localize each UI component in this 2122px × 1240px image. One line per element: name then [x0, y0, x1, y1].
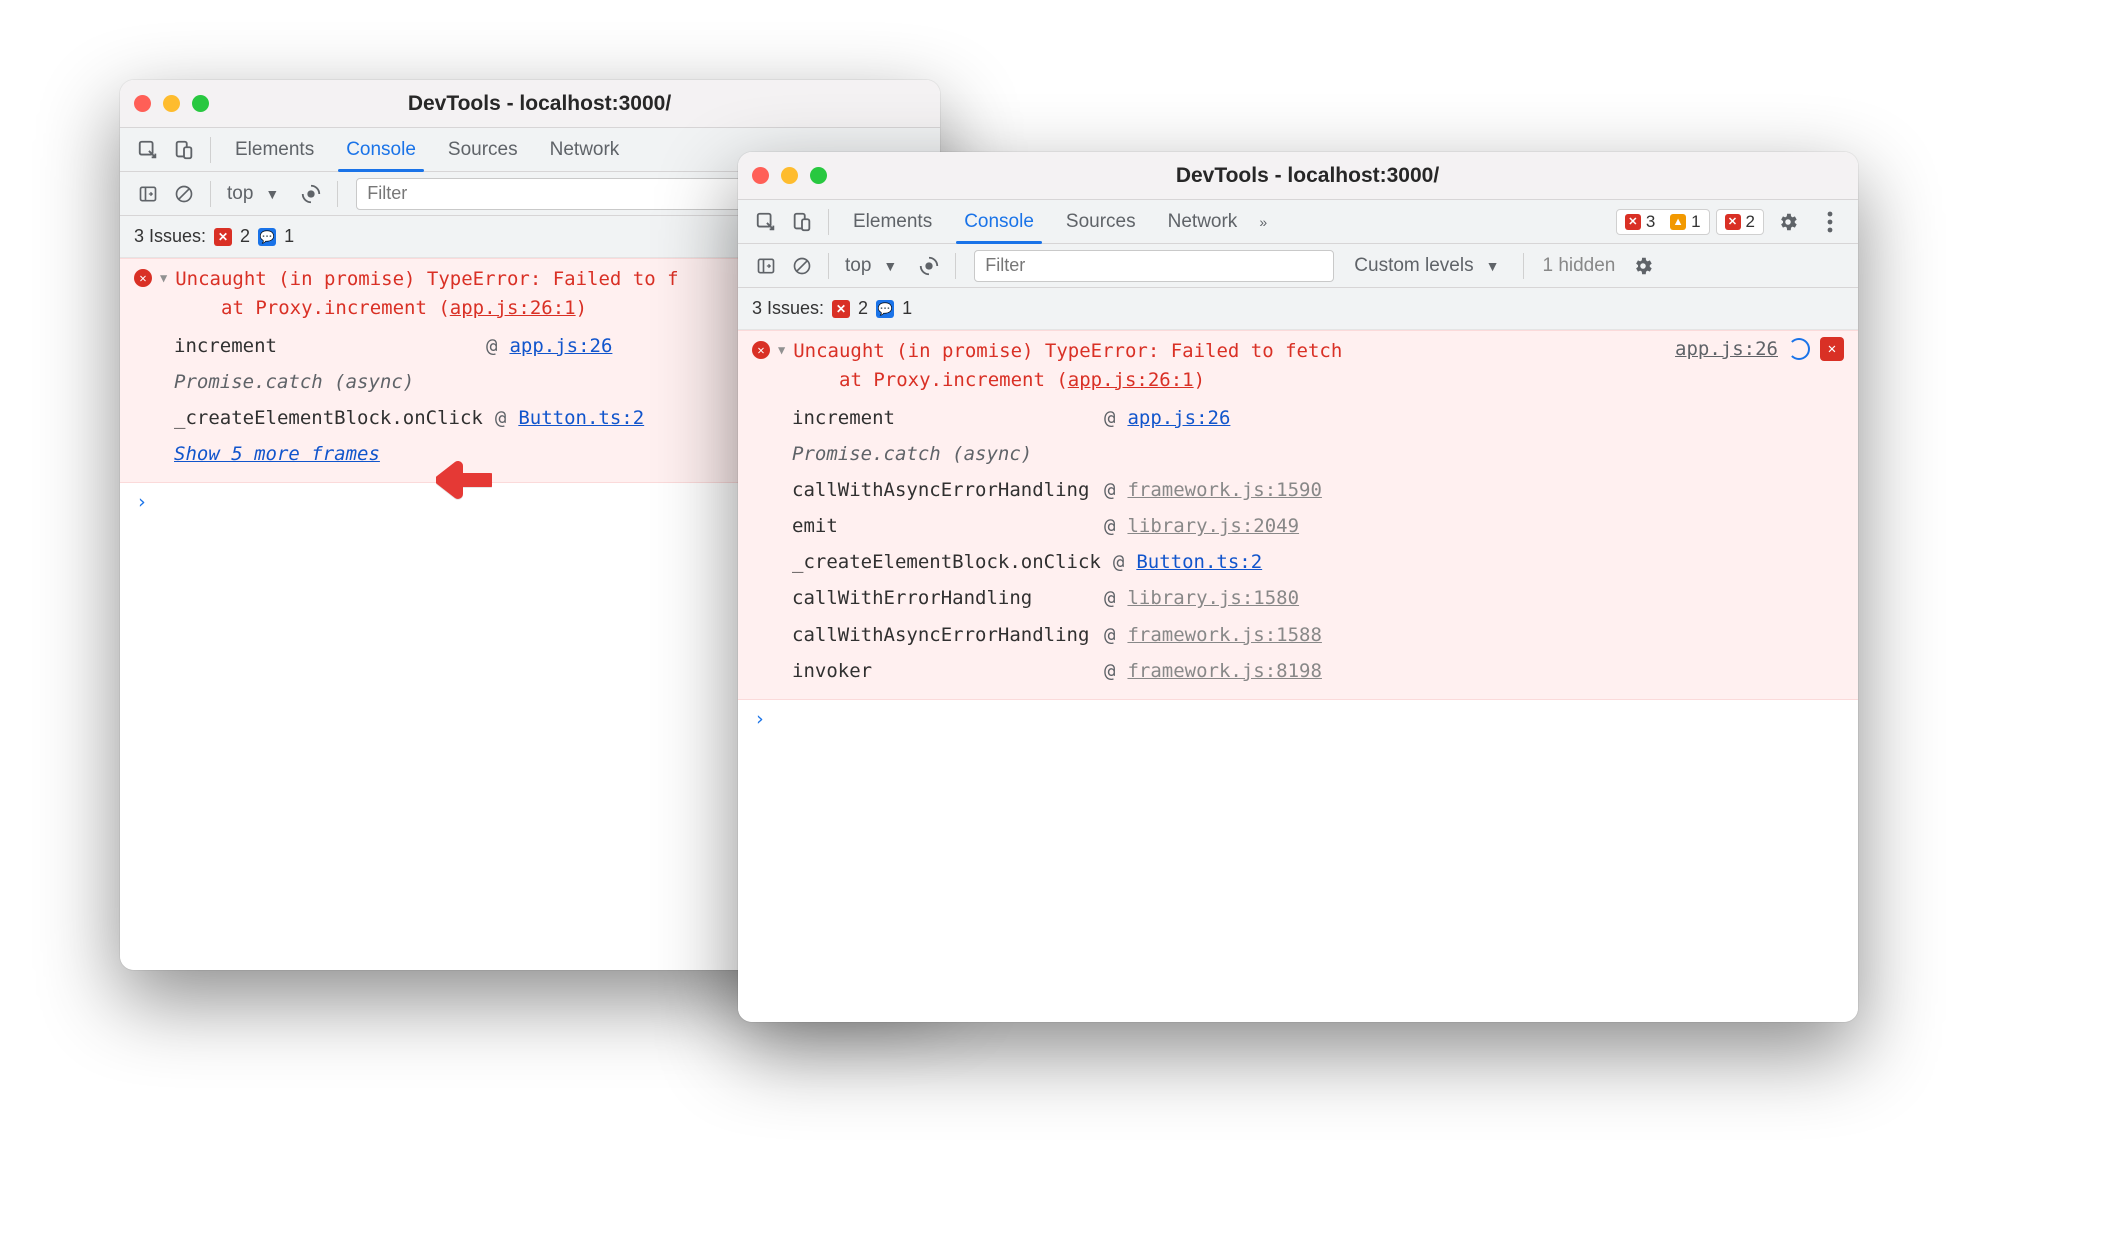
error-count-icon: ✕	[832, 300, 850, 318]
tab-sources[interactable]: Sources	[1050, 200, 1152, 244]
stack-fn: invoker	[792, 653, 1092, 689]
chevron-down-icon: ▼	[883, 258, 897, 274]
stack-fn: callWithAsyncErrorHandling	[792, 472, 1092, 508]
status-messages[interactable]: ✕2	[1716, 209, 1764, 235]
live-expression-icon[interactable]	[296, 179, 326, 209]
stack-location-link[interactable]: framework.js:1588	[1127, 617, 1321, 653]
device-toggle-icon[interactable]	[787, 207, 817, 237]
stack-trace: increment@ app.js:26 Promise.catch (asyn…	[792, 400, 1844, 689]
issues-bar[interactable]: 3 Issues: ✕ 2 💬 1	[738, 288, 1858, 330]
window-title: DevTools - localhost:3000/	[771, 164, 1844, 188]
tab-network[interactable]: Network	[1152, 200, 1254, 244]
titlebar[interactable]: DevTools - localhost:3000/	[120, 80, 940, 128]
filter-input[interactable]: Filter	[974, 250, 1334, 282]
console-body: ✕ ▼ Uncaught (in promise) TypeError: Fai…	[738, 330, 1858, 1022]
settings-icon[interactable]	[1773, 207, 1803, 237]
window-title: DevTools - localhost:3000/	[153, 92, 926, 116]
stack-fn: increment	[174, 328, 474, 364]
stack-fn: increment	[792, 400, 1092, 436]
device-toggle-icon[interactable]	[169, 135, 199, 165]
issues-label: 3 Issues:	[134, 226, 206, 247]
stack-location-link[interactable]: framework.js:1590	[1127, 472, 1321, 508]
error-entry[interactable]: ✕ ▼ Uncaught (in promise) TypeError: Fai…	[738, 330, 1858, 700]
message-count: 1	[284, 226, 294, 247]
sidebar-toggle-icon[interactable]	[133, 179, 163, 209]
panel-tabbar: Elements Console Sources Network » ✕3 ▲1…	[738, 200, 1858, 244]
chevron-down-icon: ▼	[1486, 258, 1500, 274]
hidden-count[interactable]: 1 hidden	[1532, 255, 1625, 277]
error-location-link[interactable]: app.js:26:1	[450, 297, 576, 319]
stack-location-link[interactable]: framework.js:8198	[1127, 653, 1321, 689]
context-selector[interactable]: top▼	[837, 255, 911, 277]
tab-console[interactable]: Console	[948, 200, 1050, 244]
clear-console-icon[interactable]	[169, 179, 199, 209]
stack-location-link[interactable]: library.js:1580	[1127, 580, 1299, 616]
stack-location-link[interactable]: app.js:26	[509, 328, 612, 364]
error-count: 2	[858, 298, 868, 319]
stack-fn: _createElementBlock.onClick	[174, 400, 483, 436]
stack-location-link[interactable]: Button.ts:2	[1136, 544, 1262, 580]
stack-location-link[interactable]: app.js:26	[1127, 400, 1230, 436]
console-settings-icon[interactable]	[1628, 251, 1658, 281]
tab-sources[interactable]: Sources	[432, 128, 534, 172]
tab-elements[interactable]: Elements	[219, 128, 330, 172]
stack-location-link[interactable]: Button.ts:2	[518, 400, 644, 436]
more-tabs-icon[interactable]: »	[1259, 214, 1267, 230]
inspect-icon[interactable]	[133, 135, 163, 165]
error-count-icon: ✕	[214, 228, 232, 246]
devtools-window-2: DevTools - localhost:3000/ Elements Cons…	[738, 152, 1858, 1022]
source-link[interactable]: app.js:26	[1675, 338, 1778, 360]
collapse-toggle-icon[interactable]: ▼	[160, 271, 167, 285]
show-more-frames-link[interactable]: Show 5 more frames	[174, 436, 380, 472]
tab-elements[interactable]: Elements	[837, 200, 948, 244]
error-icon: ✕	[134, 269, 152, 287]
error-message: Uncaught (in promise) TypeError: Failed …	[175, 265, 678, 322]
issues-label: 3 Issues:	[752, 298, 824, 319]
sidebar-toggle-icon[interactable]	[751, 251, 781, 281]
error-badge-icon[interactable]: ✕	[1820, 337, 1844, 361]
message-count-icon: 💬	[876, 300, 894, 318]
live-expression-icon[interactable]	[914, 251, 944, 281]
status-errors[interactable]: ✕3 ▲1	[1616, 209, 1710, 235]
clear-console-icon[interactable]	[787, 251, 817, 281]
stack-fn: callWithAsyncErrorHandling	[792, 617, 1092, 653]
collapse-toggle-icon[interactable]: ▼	[778, 343, 785, 357]
tab-network[interactable]: Network	[534, 128, 636, 172]
error-location-link[interactable]: app.js:26:1	[1068, 369, 1194, 391]
chevron-down-icon: ▼	[265, 186, 279, 202]
close-icon[interactable]	[134, 95, 151, 112]
message-count-icon: 💬	[258, 228, 276, 246]
retry-icon[interactable]	[1788, 338, 1810, 360]
inspect-icon[interactable]	[751, 207, 781, 237]
error-message: Uncaught (in promise) TypeError: Failed …	[793, 337, 1342, 394]
error-icon: ✕	[752, 341, 770, 359]
stack-fn: _createElementBlock.onClick	[792, 544, 1101, 580]
stack-fn: emit	[792, 508, 1092, 544]
status-cluster: ✕3 ▲1 ✕2	[1616, 207, 1848, 237]
kebab-menu-icon[interactable]	[1815, 207, 1845, 237]
console-prompt[interactable]: ›	[738, 700, 1858, 738]
stack-location-link[interactable]: library.js:2049	[1127, 508, 1299, 544]
stack-async-boundary: Promise.catch (async)	[792, 436, 1092, 472]
stack-async-boundary: Promise.catch (async)	[174, 364, 474, 400]
titlebar[interactable]: DevTools - localhost:3000/	[738, 152, 1858, 200]
context-selector[interactable]: top▼	[219, 183, 293, 205]
error-count: 2	[240, 226, 250, 247]
annotation-arrow-icon	[436, 458, 492, 502]
console-toolbar: top▼ Filter Custom levels▼ 1 hidden	[738, 244, 1858, 288]
close-icon[interactable]	[752, 167, 769, 184]
tab-console[interactable]: Console	[330, 128, 432, 172]
message-count: 1	[902, 298, 912, 319]
log-levels-selector[interactable]: Custom levels▼	[1344, 255, 1515, 277]
stack-fn: callWithErrorHandling	[792, 580, 1092, 616]
